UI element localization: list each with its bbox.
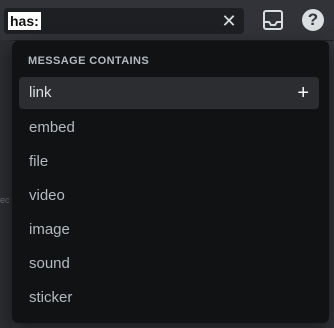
- option-sound[interactable]: sound: [19, 248, 319, 280]
- option-label: link: [29, 84, 52, 101]
- search-input[interactable]: has: ✕: [4, 8, 244, 34]
- option-embed[interactable]: embed: [19, 112, 319, 144]
- inbox-icon[interactable]: [262, 10, 284, 30]
- option-label: embed: [29, 119, 75, 136]
- option-label: video: [29, 187, 65, 204]
- dropdown-header: MESSAGE CONTAINS: [28, 55, 150, 67]
- option-video[interactable]: video: [19, 180, 319, 212]
- option-file[interactable]: file: [19, 146, 319, 178]
- search-options-dropdown: MESSAGE CONTAINS link + embed file video…: [12, 41, 329, 323]
- search-value[interactable]: has:: [8, 12, 41, 30]
- top-bar: has: ✕ ?: [0, 0, 334, 41]
- option-label: file: [29, 153, 49, 170]
- channel-list-edge: ec: [0, 40, 12, 328]
- option-link[interactable]: link +: [19, 77, 319, 109]
- help-icon[interactable]: ?: [302, 9, 324, 31]
- background-text: ec: [0, 195, 10, 205]
- option-sticker[interactable]: sticker: [19, 282, 319, 314]
- close-icon[interactable]: ✕: [220, 12, 238, 30]
- plus-icon[interactable]: +: [297, 77, 309, 109]
- option-label: sound: [29, 255, 70, 272]
- option-label: sticker: [29, 289, 73, 306]
- option-label: image: [29, 221, 70, 238]
- option-image[interactable]: image: [19, 214, 319, 246]
